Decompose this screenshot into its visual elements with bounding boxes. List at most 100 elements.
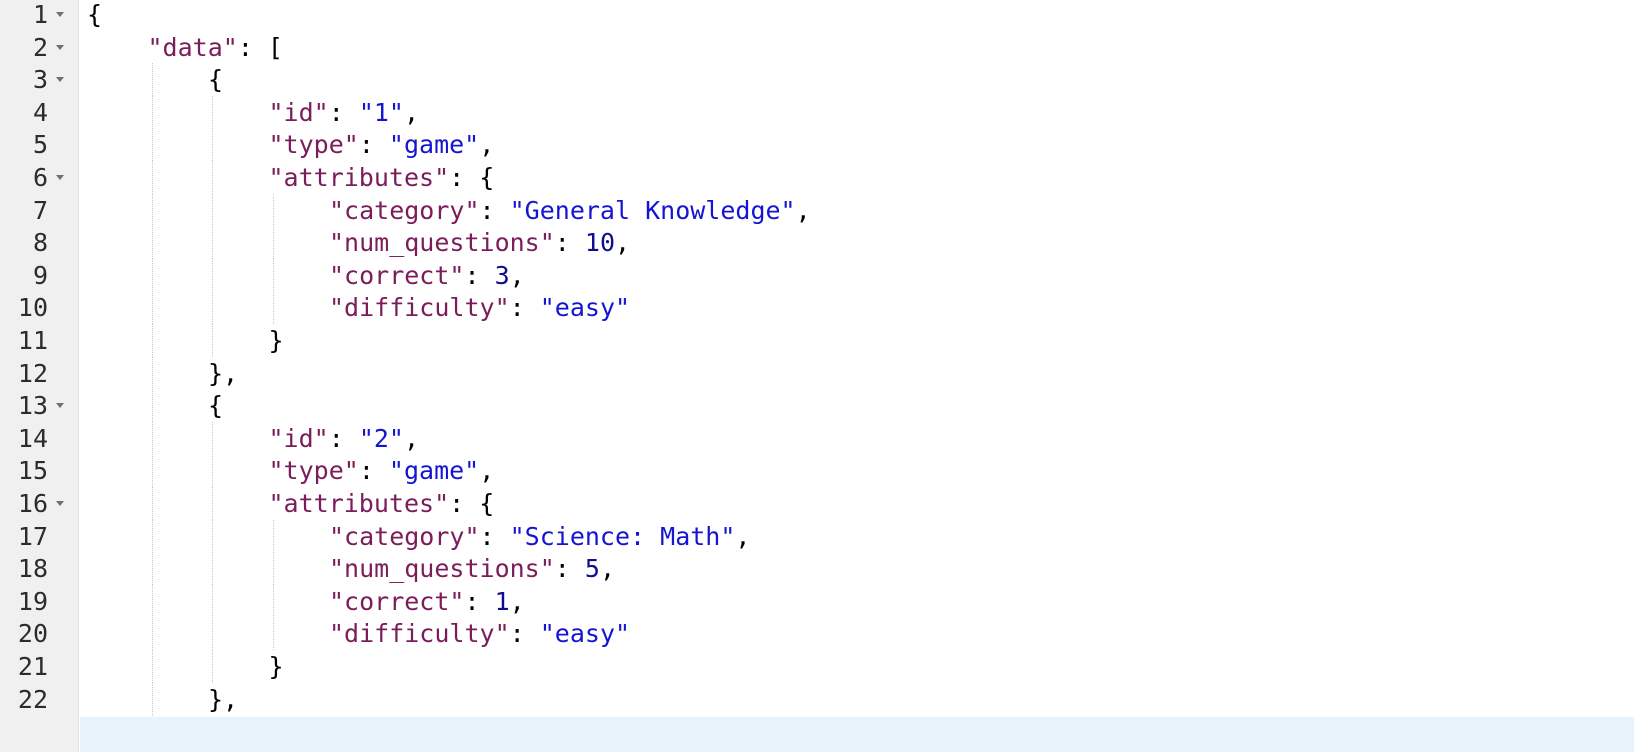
line-number: 22 xyxy=(17,684,48,714)
indent-guide xyxy=(151,95,153,129)
code-line[interactable]: } xyxy=(80,324,1634,357)
indent-guide xyxy=(272,226,274,260)
code-line[interactable]: "difficulty": "easy" xyxy=(80,617,1634,651)
code-line[interactable]: "correct": 3, xyxy=(80,258,1634,292)
indent-guide xyxy=(151,389,153,423)
indent-guide xyxy=(151,63,153,97)
json-punctuation: : xyxy=(479,195,510,225)
indent-guide xyxy=(151,193,153,227)
json-string: "easy" xyxy=(539,619,631,649)
code-line-content: }, xyxy=(208,357,238,390)
json-punctuation: , xyxy=(509,586,525,616)
code-line[interactable]: "id": "1", xyxy=(80,95,1634,129)
code-line-content: "difficulty": "easy" xyxy=(329,617,630,650)
line-number: 13 xyxy=(17,391,48,421)
line-number: 9 xyxy=(32,260,48,290)
line-number: 21 xyxy=(17,652,48,681)
code-line-content: "num_questions": 10, xyxy=(329,226,630,259)
json-number: 3 xyxy=(494,260,510,290)
indent-guide xyxy=(151,454,153,488)
code-line-content: }, xyxy=(208,683,238,716)
line-number-gutter[interactable]: 1 2 3 4 5 6 7 8 9 10 11 12 13 14 15 16 17 18 19 20 21 22 xyxy=(0,0,79,752)
code-line[interactable]: "num_questions": 10, xyxy=(80,226,1634,260)
code-line[interactable]: "id": "2", xyxy=(80,421,1634,455)
json-key: "num_questions" xyxy=(329,228,555,258)
fold-toggle-icon[interactable] xyxy=(56,12,64,17)
json-punctuation: , xyxy=(795,195,811,225)
json-punctuation: : { xyxy=(449,489,495,518)
json-punctuation: } xyxy=(268,652,284,681)
line-number: 20 xyxy=(17,619,48,649)
fold-toggle-icon[interactable] xyxy=(56,77,64,83)
code-line[interactable]: "correct": 1, xyxy=(80,584,1634,618)
line-number: 7 xyxy=(32,195,48,225)
json-punctuation: : xyxy=(464,260,495,290)
code-line[interactable]: "attributes": { xyxy=(80,487,1634,520)
indent-guide xyxy=(151,258,153,292)
code-line-content: "type": "game", xyxy=(269,454,495,487)
json-key: "difficulty" xyxy=(329,293,510,323)
fold-toggle-icon[interactable] xyxy=(56,44,64,50)
fold-toggle-icon[interactable] xyxy=(56,403,64,409)
json-punctuation: : xyxy=(464,586,495,616)
line-number: 17 xyxy=(17,521,48,551)
indent-guide xyxy=(212,454,213,488)
code-line[interactable]: "category": "Science: Math", xyxy=(80,519,1634,553)
code-line[interactable]: { xyxy=(80,389,1634,423)
code-line-content: "type": "game", xyxy=(269,128,495,161)
code-line[interactable]: } xyxy=(80,650,1634,683)
json-key: "correct" xyxy=(329,586,465,616)
line-number: 5 xyxy=(32,130,48,160)
line-number: 15 xyxy=(17,456,48,486)
code-line[interactable]: "attributes": { xyxy=(80,161,1634,194)
json-punctuation: : xyxy=(328,97,359,127)
code-line[interactable]: "num_questions": 5, xyxy=(80,552,1634,586)
code-line[interactable]: { xyxy=(80,0,1634,31)
code-line[interactable]: "category": "General Knowledge", xyxy=(80,193,1634,227)
code-line[interactable]: }, xyxy=(80,682,1634,716)
code-line-content: } xyxy=(269,650,284,683)
json-number: 5 xyxy=(584,554,600,584)
indent-guide xyxy=(151,650,153,683)
indent-guide xyxy=(272,291,274,325)
line-number: 11 xyxy=(17,326,48,355)
code-line[interactable]: "data": [ xyxy=(80,31,1634,64)
json-string: "General Knowledge" xyxy=(509,195,796,225)
fold-toggle-icon[interactable] xyxy=(56,175,64,180)
code-area[interactable]: {"data": [{"id": "1", "type": "game", "att… xyxy=(80,0,1634,752)
code-line-content: "attributes": { xyxy=(269,487,495,520)
json-punctuation: , xyxy=(479,130,495,160)
code-editor[interactable]: 1 2 3 4 5 6 7 8 9 10 11 12 13 14 15 16 17 18 19 20 21 22 {"da… xyxy=(0,0,1634,752)
indent-guide xyxy=(151,128,153,162)
indent-guide xyxy=(212,258,213,292)
code-line[interactable]: { xyxy=(80,63,1634,97)
indent-guide xyxy=(212,487,213,520)
line-number: 19 xyxy=(17,586,48,616)
json-string: "Science: Math" xyxy=(509,521,736,551)
json-punctuation: : xyxy=(328,423,359,453)
code-line-content: "correct": 1, xyxy=(329,585,525,618)
json-string: "game" xyxy=(388,456,480,486)
json-punctuation: : xyxy=(554,554,585,584)
json-string: "1" xyxy=(358,97,404,127)
code-line[interactable]: "type": "game", xyxy=(80,128,1634,162)
indent-guide xyxy=(212,161,213,194)
json-punctuation: } xyxy=(268,326,284,355)
code-line[interactable]: "type": "game", xyxy=(80,454,1634,488)
json-punctuation: , xyxy=(403,97,420,127)
code-line[interactable]: }, xyxy=(80,356,1634,390)
json-punctuation: , xyxy=(735,521,751,551)
indent-guide xyxy=(151,487,153,520)
json-punctuation: : xyxy=(509,293,540,323)
json-key: "num_questions" xyxy=(329,554,555,584)
indent-guide xyxy=(212,519,213,553)
code-line[interactable]: "difficulty": "easy" xyxy=(80,291,1634,325)
indent-guide xyxy=(151,291,153,325)
code-line-content: { xyxy=(87,0,102,31)
code-line-content: "data": [ xyxy=(148,31,283,64)
fold-toggle-icon[interactable] xyxy=(56,501,64,506)
json-key: "type" xyxy=(268,456,359,486)
indent-guide xyxy=(151,161,153,194)
json-punctuation: : xyxy=(358,130,389,160)
line-number: 14 xyxy=(17,423,48,453)
